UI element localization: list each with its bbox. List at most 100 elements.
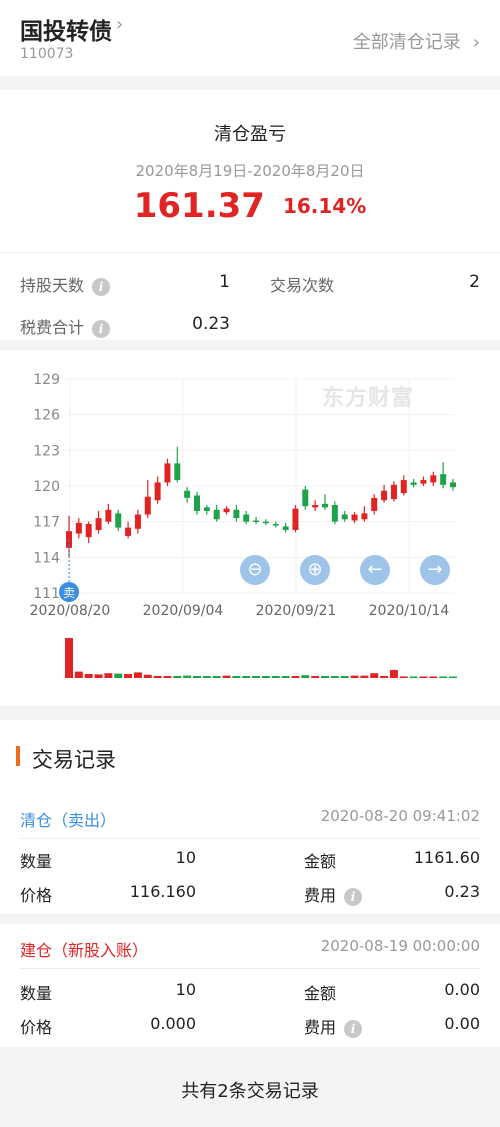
y-tick-label: 123 [33,443,60,459]
section-separator [0,914,500,924]
fee-total-value: 0.23 [192,314,230,334]
record-item[interactable]: 建仓（新股入账） 2020-08-19 00:00:00 数量 10 金额 0.… [0,926,500,1046]
candle-body [341,514,348,520]
fee-label-text: 费用 [304,1018,337,1037]
y-tick-label: 111 [33,586,60,602]
volume-bar [449,676,457,678]
volume-bar [271,676,280,678]
info-icon[interactable]: i [92,319,111,338]
candle-body [194,495,200,511]
trade-count-label: 交易次数 [270,276,335,295]
holding-days-label: 持股天数 i [20,272,111,296]
volume-bar [360,675,369,678]
volume-bar [311,676,320,678]
info-icon[interactable]: i [344,1019,363,1038]
summary-title: 清仓盈亏 [214,124,286,145]
candle-body [381,490,388,501]
candle-body [233,509,240,519]
kline-chart[interactable]: 129 126 123 120 117 114 1112020/08/20 2020/09/0… [0,350,500,706]
candle-body [312,505,319,508]
y-tick-label: 117 [33,515,60,531]
qty-value: 10 [175,848,196,867]
fee-value: 0.00 [444,1014,480,1033]
candle-body [154,482,161,501]
volume-bar [321,676,329,678]
watermark-logo: 东方财富 [322,386,415,411]
pnl-values: 161.37 16.14% [0,186,500,226]
stock-code: 110073 [20,46,74,62]
records-title: 交易记录 [32,748,116,772]
candle-body [134,514,141,529]
chevron-right-icon[interactable]: › [116,14,123,35]
volume-bar [133,672,142,678]
prev-button[interactable]: ← [360,555,390,585]
header: 国投转债 › 110073 全部清仓记录 › [0,0,500,76]
volume-bar [409,676,418,678]
volume-bar [153,676,162,678]
price-value: 0.000 [150,1014,196,1033]
fee-label: 费用 i [304,882,363,906]
volume-bar [399,676,408,678]
candle-body [272,524,279,526]
candle-body [292,508,299,530]
qty-value: 10 [175,980,196,999]
candle-body [282,526,289,530]
candle-body [361,513,368,520]
record-time: 2020-08-19 00:00:00 [320,937,480,955]
y-tick-label: 114 [33,550,60,566]
volume-bar [242,676,251,678]
volume-bar [330,676,339,678]
volume-bar [370,673,379,678]
volume-bar [380,676,389,678]
volume-bar [340,676,349,678]
holding-days-value: 1 [219,272,230,292]
candle-body [262,521,269,524]
record-type: 建仓（新股入账） [20,941,149,960]
candle-body [322,503,328,508]
x-tick-label: 2020/10/14 [369,603,450,619]
sell-marker-label: 卖 [63,586,75,600]
volume-bar [183,675,192,678]
volume-bar [439,676,448,678]
volume-bar [193,676,201,678]
candle-body [302,489,309,507]
y-tick-label: 129 [33,372,60,388]
candle-body [95,518,102,530]
volume-bar [232,676,241,678]
all-records-link[interactable]: 全部清仓记录 › [353,28,480,54]
volume-bar [202,676,211,678]
x-tick-label: 2020/09/04 [143,603,224,619]
trade-count-value: 2 [469,272,480,292]
candle-body [174,463,181,481]
volume-bar [222,675,231,678]
volume-bar [104,673,113,678]
candle-body [125,527,132,536]
amount-label: 金额 [304,984,337,1003]
records-header: 交易记录 [0,720,500,796]
candle-body [420,480,427,484]
qty-label: 数量 [20,852,53,871]
zoom-in-button[interactable]: ⊕ [300,555,330,585]
candle-body [213,509,220,520]
volume-bar [261,676,270,678]
fee-total-label: 税费合计 i [20,314,111,338]
candle-body [440,474,447,485]
next-button[interactable]: → [420,555,450,585]
record-time: 2020-08-20 09:41:02 [320,807,480,825]
divider [20,838,480,839]
stock-name[interactable]: 国投转债 [20,12,112,46]
candle-body [164,463,171,483]
volume-bar [124,674,133,678]
candle-body [400,480,407,494]
zoom-out-button[interactable]: ⊖ [240,555,270,585]
amount-value: 0.00 [444,980,480,999]
qty-label: 数量 [20,984,53,1003]
y-tick-label: 120 [33,479,60,495]
info-icon[interactable]: i [344,887,363,906]
volume-bar [94,674,103,678]
volume-bar [281,676,290,678]
records-count: 共有2条交易记录 [181,1081,319,1102]
pnl-percent: 16.14% [282,194,367,218]
info-icon[interactable]: i [92,277,111,296]
record-item[interactable]: 清仓（卖出） 2020-08-20 09:41:02 数量 10 金额 1161… [0,796,500,910]
